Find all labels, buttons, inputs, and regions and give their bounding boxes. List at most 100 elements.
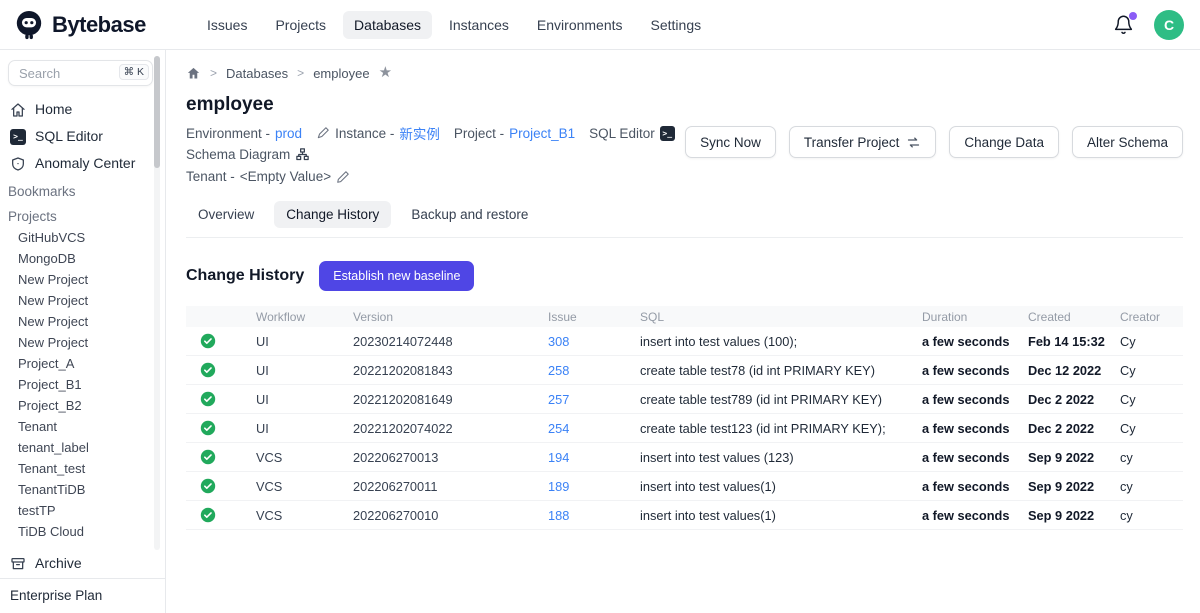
change-history-row[interactable]: UI 20230214072448 308 insert into test v… bbox=[186, 327, 1183, 356]
sidebar-project-item[interactable]: New Project bbox=[0, 290, 165, 311]
transfer-arrows-icon bbox=[906, 135, 921, 150]
sidebar-item-label: Home bbox=[35, 101, 72, 118]
creator-cell: Cy bbox=[1120, 421, 1183, 436]
project-link[interactable]: Project_B1 bbox=[509, 126, 575, 141]
workflow-cell: VCS bbox=[256, 508, 353, 523]
shield-icon bbox=[10, 156, 26, 172]
issue-link[interactable]: 308 bbox=[548, 334, 569, 349]
engine-icon bbox=[316, 126, 330, 140]
nav-item-issues[interactable]: Issues bbox=[196, 11, 258, 39]
sidebar-item-anomaly-center[interactable]: Anomaly Center bbox=[0, 150, 165, 177]
nav-item-databases[interactable]: Databases bbox=[343, 11, 432, 39]
search-box: ⌘ K bbox=[8, 60, 153, 86]
bookmark-star-icon[interactable]: ★ bbox=[379, 66, 392, 80]
change-history-row[interactable]: UI 20221202081649 257 create table test7… bbox=[186, 385, 1183, 414]
home-icon bbox=[10, 102, 26, 118]
creator-cell: cy bbox=[1120, 508, 1183, 523]
edit-pencil-icon[interactable] bbox=[336, 170, 350, 184]
workflow-cell: VCS bbox=[256, 450, 353, 465]
issue-link[interactable]: 258 bbox=[548, 363, 569, 378]
issue-link[interactable]: 257 bbox=[548, 392, 569, 407]
workflow-cell: VCS bbox=[256, 479, 353, 494]
nav-item-projects[interactable]: Projects bbox=[264, 11, 337, 39]
sidebar-scrollbar-thumb[interactable] bbox=[154, 56, 160, 168]
column-header: Created bbox=[1028, 310, 1120, 324]
transfer-project-button[interactable]: Transfer Project bbox=[789, 126, 937, 158]
schema-diagram-icon[interactable] bbox=[295, 147, 310, 162]
sidebar-project-item[interactable]: New Project bbox=[0, 311, 165, 332]
sidebar-project-item[interactable]: Project_B2 bbox=[0, 395, 165, 416]
success-status-icon bbox=[200, 391, 216, 407]
breadcrumb-databases[interactable]: Databases bbox=[226, 66, 288, 81]
tenant-label: Tenant - bbox=[186, 169, 235, 184]
creator-cell: Cy bbox=[1120, 334, 1183, 349]
sidebar-project-item[interactable]: Tenant_test bbox=[0, 458, 165, 479]
page-header-row: Environment - prod Instance - 新实例 P bbox=[186, 123, 1183, 191]
sidebar-project-item[interactable]: New Project bbox=[0, 269, 165, 290]
issue-link[interactable]: 254 bbox=[548, 421, 569, 436]
breadcrumb-home-icon[interactable] bbox=[186, 66, 201, 81]
sidebar: ⌘ K Home >_ SQL Editor Anomaly Center Bo… bbox=[0, 50, 166, 613]
brand-logo[interactable]: Bytebase bbox=[14, 9, 182, 41]
sidebar-project-item[interactable]: GitHubVCS bbox=[0, 227, 165, 248]
button-label: Sync Now bbox=[700, 135, 761, 150]
version-cell: 202206270010 bbox=[353, 508, 548, 523]
success-status-icon bbox=[200, 478, 216, 494]
sync-now-button[interactable]: Sync Now bbox=[685, 126, 776, 158]
brand-name: Bytebase bbox=[52, 12, 146, 38]
change-data-button[interactable]: Change Data bbox=[949, 126, 1059, 158]
column-header: Creator bbox=[1120, 310, 1183, 324]
success-status-icon bbox=[200, 420, 216, 436]
instance-label: Instance - bbox=[335, 126, 394, 141]
change-history-row[interactable]: VCS 202206270013 194 insert into test va… bbox=[186, 443, 1183, 472]
sidebar-project-item[interactable]: New Project bbox=[0, 332, 165, 353]
creator-cell: Cy bbox=[1120, 392, 1183, 407]
change-history-row[interactable]: VCS 202206270010 188 insert into test va… bbox=[186, 501, 1183, 530]
sql-cell: create table test123 (id int PRIMARY KEY… bbox=[640, 421, 922, 436]
sidebar-project-item[interactable]: Project_A bbox=[0, 353, 165, 374]
sidebar-project-item[interactable]: TiDB Cloud bbox=[0, 521, 165, 542]
tab-overview[interactable]: Overview bbox=[186, 201, 266, 228]
sidebar-project-item[interactable]: MongoDB bbox=[0, 248, 165, 269]
bytebase-logo-icon bbox=[14, 9, 44, 41]
sidebar-item-archive[interactable]: Archive bbox=[0, 550, 165, 577]
user-avatar[interactable]: C bbox=[1154, 10, 1184, 40]
plan-footer[interactable]: Enterprise Plan bbox=[0, 578, 165, 613]
environment-link[interactable]: prod bbox=[275, 126, 302, 141]
main-content: > Databases > employee ★ employee Enviro… bbox=[166, 50, 1200, 613]
column-header: Version bbox=[353, 310, 548, 324]
duration-cell: a few seconds bbox=[922, 450, 1028, 465]
version-cell: 20221202074022 bbox=[353, 421, 548, 436]
column-header: Duration bbox=[922, 310, 1028, 324]
sidebar-project-item[interactable]: Tenant bbox=[0, 416, 165, 437]
sidebar-project-item[interactable]: testTP bbox=[0, 500, 165, 521]
establish-baseline-button[interactable]: Establish new baseline bbox=[319, 261, 474, 291]
sql-cell: insert into test values(1) bbox=[640, 508, 922, 523]
nav-item-environments[interactable]: Environments bbox=[526, 11, 634, 39]
sidebar-item-sql-editor[interactable]: >_ SQL Editor bbox=[0, 123, 165, 150]
change-history-row[interactable]: UI 20221202074022 254 create table test1… bbox=[186, 414, 1183, 443]
sql-editor-icon[interactable]: >_ bbox=[660, 126, 675, 141]
instance-link[interactable]: 新实例 bbox=[399, 123, 440, 143]
alter-schema-button[interactable]: Alter Schema bbox=[1072, 126, 1183, 158]
sidebar-project-item[interactable]: tenant_label bbox=[0, 437, 165, 458]
sidebar-item-home[interactable]: Home bbox=[0, 96, 165, 123]
nav-item-instances[interactable]: Instances bbox=[438, 11, 520, 39]
tab-backup-restore[interactable]: Backup and restore bbox=[399, 201, 540, 228]
header-actions: Sync Now Transfer Project Change Data Al… bbox=[685, 126, 1183, 158]
breadcrumb-employee[interactable]: employee bbox=[313, 66, 369, 81]
issue-link[interactable]: 194 bbox=[548, 450, 569, 465]
change-history-row[interactable]: VCS 202206270011 189 insert into test va… bbox=[186, 472, 1183, 501]
notification-bell-icon[interactable] bbox=[1113, 14, 1134, 36]
issue-link[interactable]: 189 bbox=[548, 479, 569, 494]
change-history-row[interactable]: UI 20221202081843 258 create table test7… bbox=[186, 356, 1183, 385]
issue-link[interactable]: 188 bbox=[548, 508, 569, 523]
table-body: UI 20230214072448 308 insert into test v… bbox=[186, 327, 1183, 530]
duration-cell: a few seconds bbox=[922, 334, 1028, 349]
sidebar-project-item[interactable]: Project_B1 bbox=[0, 374, 165, 395]
tab-change-history[interactable]: Change History bbox=[274, 201, 391, 228]
nav-item-settings[interactable]: Settings bbox=[640, 11, 713, 39]
created-cell: Sep 9 2022 bbox=[1028, 450, 1120, 465]
sidebar-item-label: Archive bbox=[35, 555, 82, 572]
sidebar-project-item[interactable]: TenantTiDB bbox=[0, 479, 165, 500]
